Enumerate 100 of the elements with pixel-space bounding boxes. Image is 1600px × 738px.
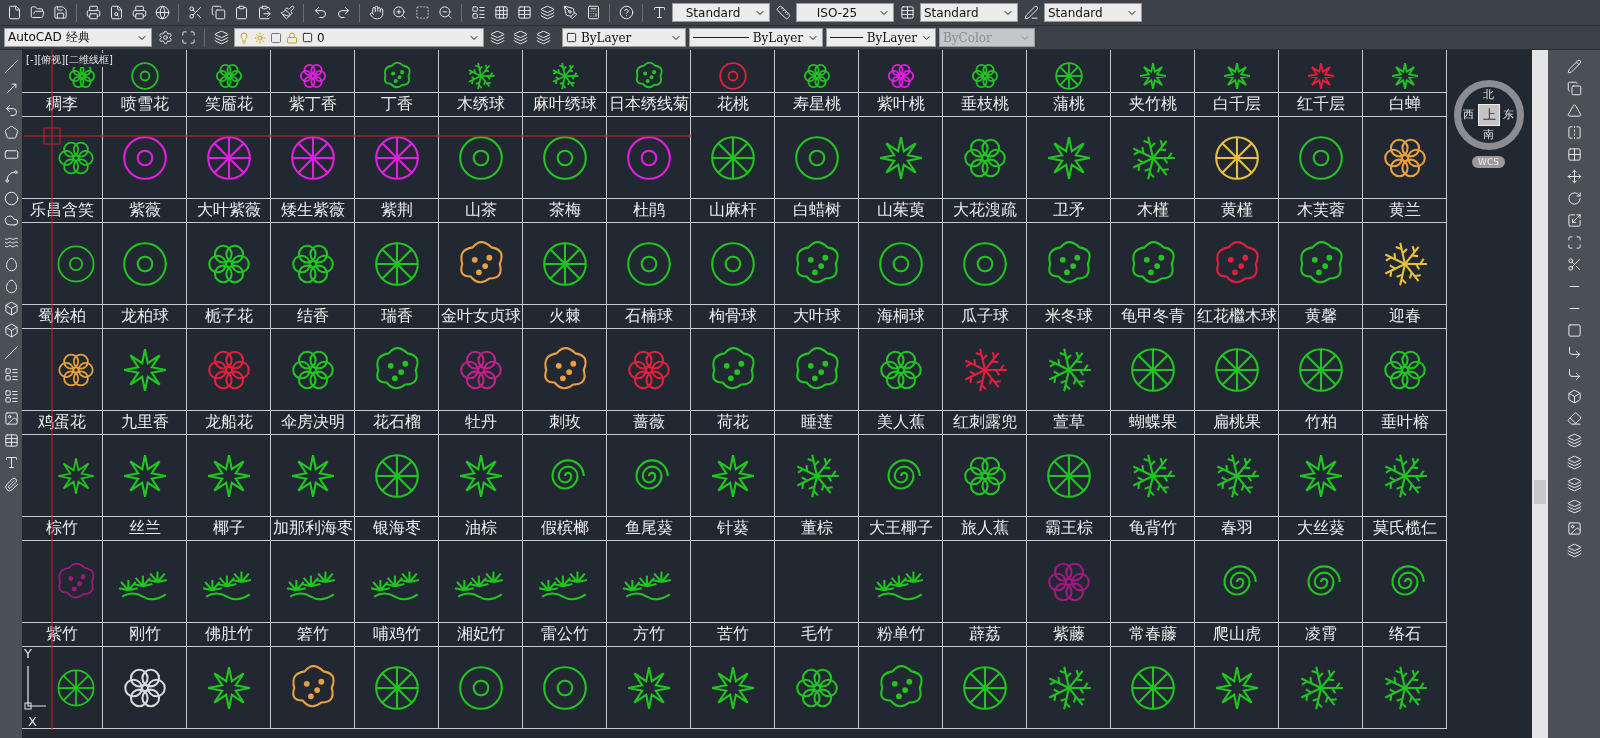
plant-label: 油棕	[464, 518, 497, 539]
sun-icon	[254, 31, 266, 44]
plant-label: 蔷薇	[632, 412, 665, 433]
viewcube-face[interactable]: 上	[1478, 104, 1500, 126]
plant-label: 夹竹桃	[1128, 94, 1177, 115]
plant-label: 凌霄	[1304, 624, 1337, 645]
plant-label: 麻叶绣球	[532, 94, 597, 115]
plant-label: 火棘	[548, 306, 581, 327]
compass-north[interactable]: 北	[1483, 89, 1494, 101]
plant-label: 龟甲冬青	[1120, 306, 1185, 327]
text-style-dropdown[interactable]: Standard	[672, 3, 770, 22]
plant-label: 苦竹	[716, 624, 749, 645]
plant-label: 花石榴	[372, 412, 421, 433]
lock-icon	[286, 31, 298, 44]
layer-dropdown[interactable]: 0	[234, 28, 484, 47]
table-style-dropdown[interactable]: Standard	[920, 3, 1018, 22]
plant-label: 木芙蓉	[1296, 200, 1345, 221]
plant-label: 垂叶榕	[1380, 412, 1429, 433]
plant-label: 扁桃果	[1212, 412, 1261, 433]
plant-label: 木绣球	[456, 94, 505, 115]
plant-label: 络石	[1388, 624, 1421, 645]
crosshair-cursor-icon	[24, 50, 692, 730]
plant-label: 大王椰子	[868, 518, 933, 539]
plant-label: 黄兰	[1388, 200, 1421, 221]
plant-label: 白千层	[1212, 94, 1261, 115]
plant-label: 茶梅	[548, 200, 581, 221]
drawing-canvas[interactable]	[22, 50, 1532, 738]
plant-label: 红刺露兜	[952, 412, 1017, 433]
workspace-dropdown[interactable]: AutoCAD 经典	[4, 28, 152, 47]
line-sample-icon	[693, 37, 749, 38]
plant-label: 乐昌含笑	[30, 200, 94, 221]
square-icon	[566, 32, 577, 43]
axis-label: Y	[24, 646, 32, 661]
plant-label: 大花溲疏	[952, 200, 1017, 221]
plant-label: 九里香	[120, 412, 169, 433]
plant-label: 蒲桃	[1052, 94, 1085, 115]
plant-label: 常春藤	[1128, 624, 1177, 645]
line-sample-icon	[830, 37, 863, 38]
plant-label: 箬竹	[296, 624, 329, 645]
compass-east[interactable]: 东	[1503, 109, 1514, 121]
plant-label: 紫薇	[128, 200, 161, 221]
plant-label: 栀子花	[204, 306, 253, 327]
scrollbar-thumb[interactable]	[1534, 480, 1546, 504]
plant-label: 加那利海枣	[272, 518, 353, 539]
plant-label: 棕竹	[46, 518, 78, 539]
plant-label: 假槟榔	[540, 518, 589, 539]
plant-label: 瑞香	[380, 306, 413, 327]
plant-label: 红花檵木球	[1196, 306, 1277, 327]
plant-label: 鸡蛋花	[38, 412, 86, 433]
plant-label: 莫氏榄仁	[1372, 518, 1437, 539]
plant-label: 董棕	[800, 518, 833, 539]
lineweight-dropdown[interactable]: ByLayer	[826, 28, 936, 47]
plant-label: 牡丹	[464, 412, 497, 433]
plant-label: 石楠球	[624, 306, 673, 327]
plant-label: 毛竹	[800, 624, 833, 645]
plant-label: 雷公竹	[540, 624, 589, 645]
plant-label: 蝴蝶果	[1128, 412, 1177, 433]
plant-label: 龟背竹	[1128, 518, 1177, 539]
plant-label: 龙船花	[204, 412, 253, 433]
plant-label: 寿星桃	[792, 94, 841, 115]
plant-label: 笑靥花	[204, 94, 253, 115]
compass-south[interactable]: 南	[1483, 129, 1494, 141]
plant-label: 大叶球	[792, 306, 841, 327]
viewport-label[interactable]: [-][俯视][二维线框]	[26, 53, 114, 67]
plant-label: 紫叶桃	[876, 94, 925, 115]
plant-label: 萱草	[1052, 412, 1085, 433]
plant-label: 木槿	[1136, 200, 1169, 221]
plant-label: 丁香	[380, 94, 413, 115]
plant-label: 霸王棕	[1044, 518, 1093, 539]
multileader-style-dropdown[interactable]: Standard	[1044, 3, 1142, 22]
plant-label: 紫藤	[1052, 624, 1085, 645]
compass-west[interactable]: 西	[1463, 109, 1474, 121]
plant-label: 金叶女贞球	[440, 306, 521, 327]
color-dropdown[interactable]: ByLayer	[562, 28, 686, 47]
plant-label: 米冬球	[1044, 306, 1093, 327]
plant-label: 睡莲	[800, 412, 833, 433]
square-icon	[270, 31, 282, 44]
plant-label: 旅人蕉	[960, 518, 1009, 539]
dimension-style-dropdown[interactable]: ISO-25	[796, 3, 894, 22]
plant-label: 枸骨球	[708, 306, 757, 327]
plant-label: 龙柏球	[120, 306, 169, 327]
plant-label: 花桃	[716, 94, 749, 115]
plant-label: 刚竹	[128, 624, 161, 645]
plant-label: 迎春	[1388, 306, 1421, 327]
plant-label: 白蜡树	[792, 200, 841, 221]
linetype-dropdown[interactable]: ByLayer	[689, 28, 823, 47]
plant-label: 竹柏	[1304, 412, 1337, 433]
plant-label: 伞房决明	[280, 412, 345, 433]
plant-label: 山麻杆	[708, 200, 757, 221]
plant-label: 春羽	[1220, 518, 1253, 539]
plant-label: 杜鹃	[632, 200, 665, 221]
plant-label: 矮生紫薇	[280, 200, 345, 221]
plant-label: 蜀桧柏	[38, 306, 86, 327]
plant-label: 紫竹	[46, 624, 78, 645]
scrollbar[interactable]	[1532, 50, 1548, 738]
plant-label: 卫矛	[1052, 200, 1085, 221]
plant-label: 丝兰	[128, 518, 161, 539]
plant-label: 鱼尾葵	[624, 518, 673, 539]
plant-label: 紫荆	[380, 200, 413, 221]
plant-label: 粉单竹	[876, 624, 925, 645]
